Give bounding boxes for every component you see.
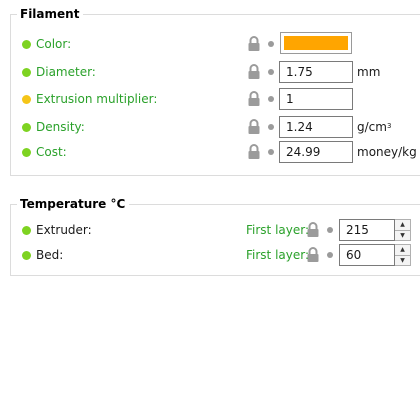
lock-icon[interactable] xyxy=(306,247,320,263)
extruder-first-layer-label: First layer: xyxy=(246,223,310,237)
color-picker-button[interactable] xyxy=(280,32,352,54)
status-dot-icon xyxy=(22,122,31,132)
lock-icon[interactable] xyxy=(247,36,261,52)
lock-icon[interactable] xyxy=(306,222,320,238)
bed-label: Bed: xyxy=(36,248,64,262)
lock-icon[interactable] xyxy=(247,144,261,160)
status-dot-icon xyxy=(22,250,31,260)
lock-icon[interactable] xyxy=(247,64,261,80)
spin-down-icon[interactable]: ▼ xyxy=(395,256,410,266)
bed-temp-input[interactable]: 60 xyxy=(339,244,395,266)
cost-label: Cost: xyxy=(36,145,67,159)
reset-dot-icon[interactable] xyxy=(268,41,274,47)
reset-dot-icon[interactable] xyxy=(268,69,274,75)
reset-dot-icon[interactable] xyxy=(268,96,274,102)
cost-input[interactable]: 24.99 xyxy=(279,141,353,163)
reset-dot-icon[interactable] xyxy=(268,149,274,155)
density-row: Density: xyxy=(22,115,85,139)
status-dot-icon xyxy=(22,39,31,49)
status-dot-icon xyxy=(22,225,31,235)
lock-icon[interactable] xyxy=(247,119,261,135)
extruder-temp-input[interactable]: 215 xyxy=(339,219,395,241)
extruder-row: Extruder: xyxy=(22,218,92,242)
extruder-label: Extruder: xyxy=(36,223,92,237)
reset-dot-icon[interactable] xyxy=(268,124,274,130)
color-label: Color: xyxy=(36,37,72,51)
reset-dot-icon[interactable] xyxy=(327,227,333,233)
density-label: Density: xyxy=(36,120,85,134)
density-input[interactable]: 1.24 xyxy=(279,116,353,138)
bed-row: Bed: xyxy=(22,243,63,267)
filament-group-title: Filament xyxy=(17,6,84,22)
diameter-label: Diameter: xyxy=(36,65,96,79)
spin-up-icon[interactable]: ▲ xyxy=(395,245,410,256)
status-dot-icon xyxy=(22,147,31,157)
extrusion-multiplier-label: Extrusion multiplier: xyxy=(36,92,158,106)
color-row: Color: xyxy=(22,32,71,56)
color-swatch xyxy=(284,36,348,50)
density-unit-sup: 3 xyxy=(386,122,392,130)
reset-dot-icon[interactable] xyxy=(327,252,333,258)
diameter-unit: mm xyxy=(357,65,381,79)
density-unit: g/cm3 xyxy=(357,116,391,138)
bed-first-layer-label: First layer: xyxy=(246,248,310,262)
lock-icon[interactable] xyxy=(247,91,261,107)
status-dot-icon xyxy=(22,94,31,104)
extruder-temp-spinner[interactable]: ▲ ▼ xyxy=(395,219,411,241)
temperature-group-title: Temperature °C xyxy=(17,196,130,212)
extrusion-multiplier-input[interactable]: 1 xyxy=(279,88,353,110)
diameter-row: Diameter: xyxy=(22,60,96,84)
cost-unit: money/kg xyxy=(357,145,417,159)
spin-down-icon[interactable]: ▼ xyxy=(395,231,410,241)
extrusion-multiplier-row: Extrusion multiplier: xyxy=(22,87,157,111)
cost-row: Cost: xyxy=(22,140,67,164)
bed-temp-spinner[interactable]: ▲ ▼ xyxy=(395,244,411,266)
diameter-input[interactable]: 1.75 xyxy=(279,61,353,83)
density-unit-text: g/cm xyxy=(357,120,387,134)
spin-up-icon[interactable]: ▲ xyxy=(395,220,410,231)
status-dot-icon xyxy=(22,67,31,77)
